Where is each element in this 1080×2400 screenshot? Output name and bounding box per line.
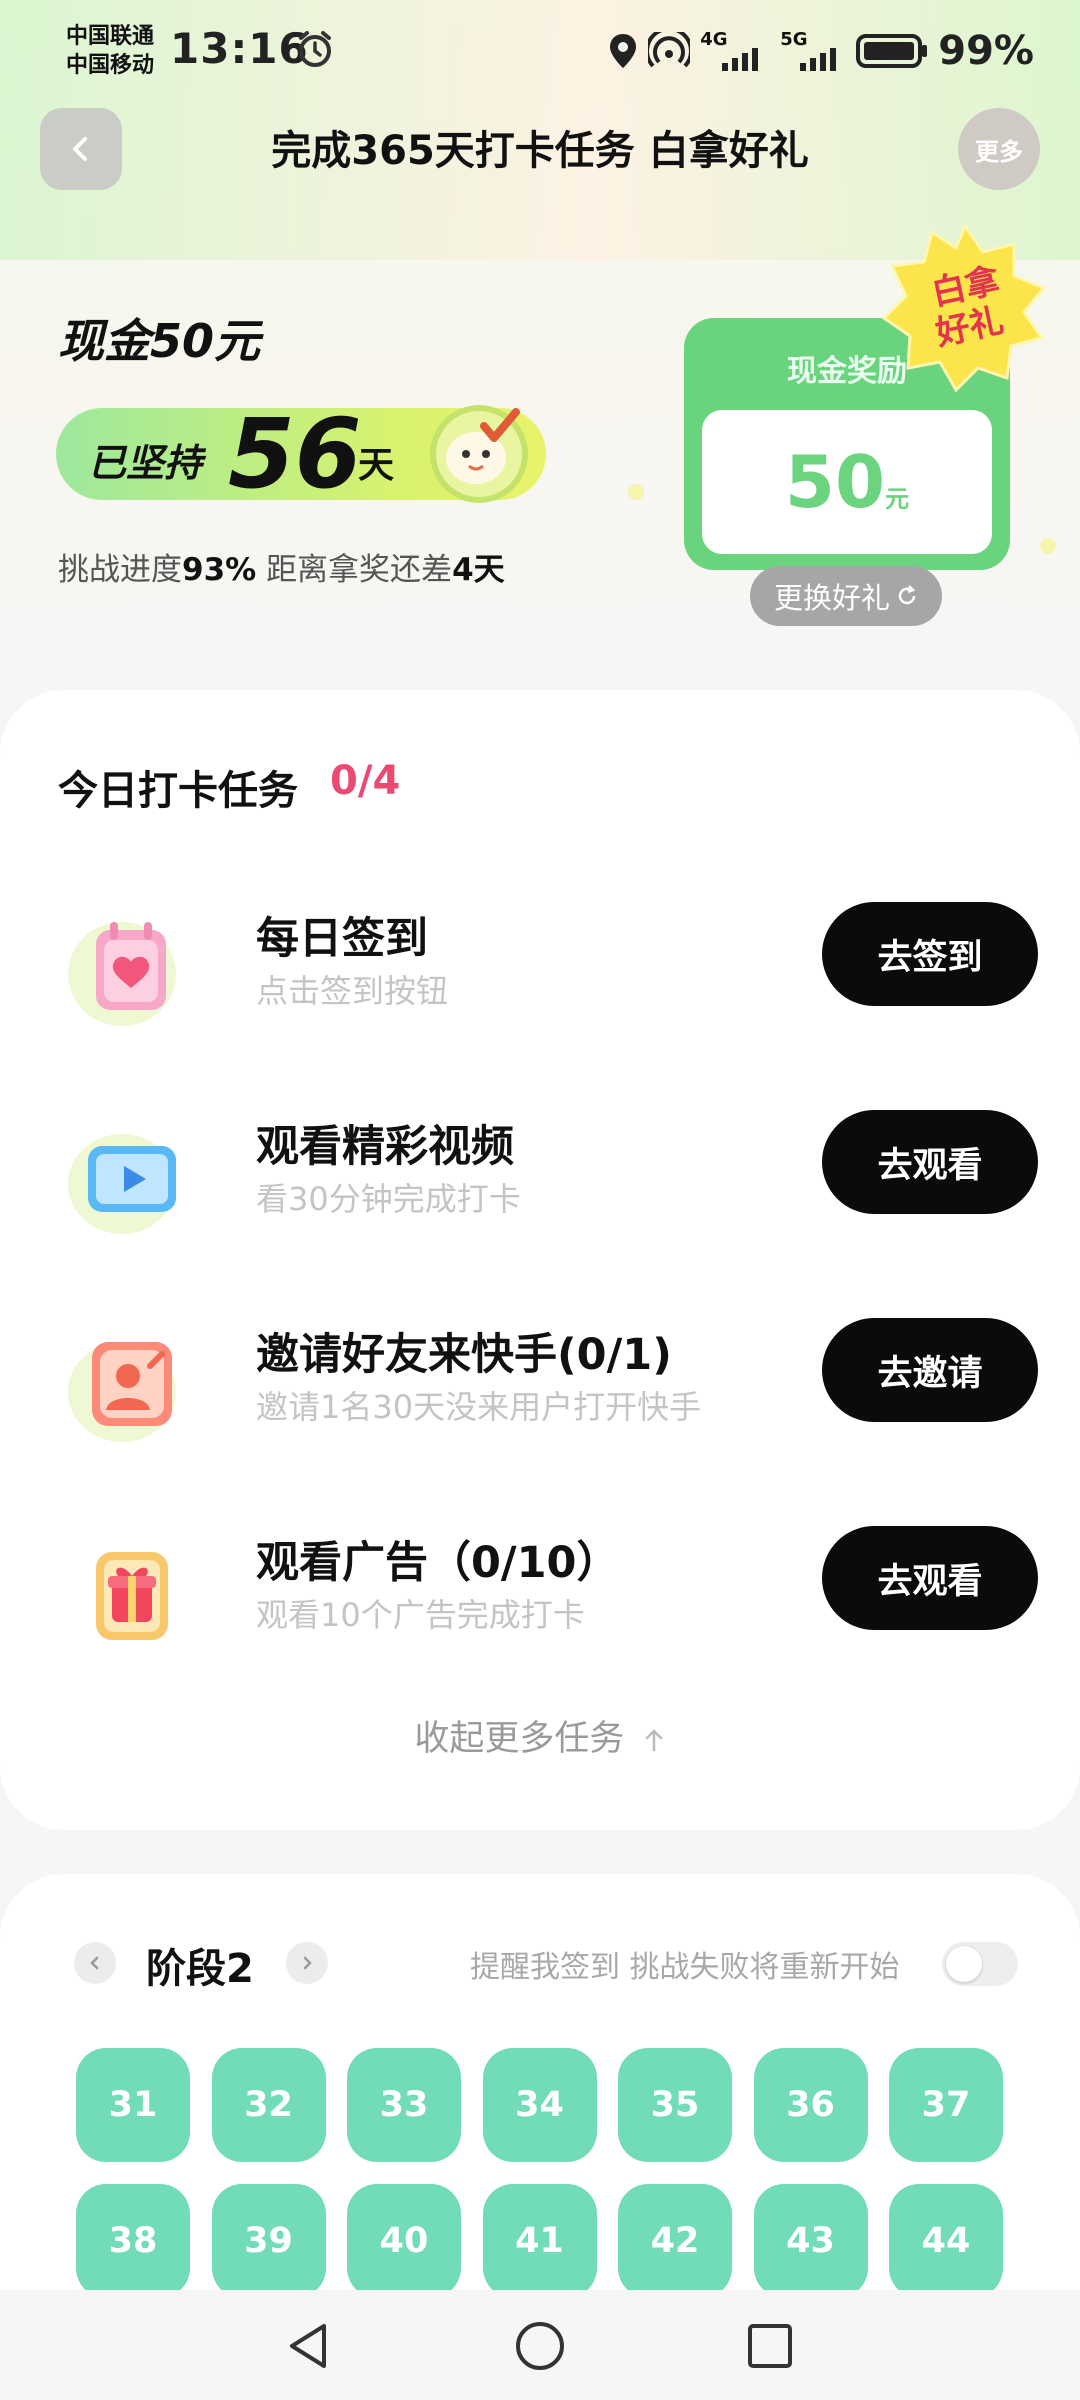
reward-unit: 元 bbox=[885, 485, 910, 513]
day-cell[interactable]: 39 bbox=[211, 2184, 326, 2298]
page-title: 完成365天打卡任务 白拿好礼 bbox=[271, 128, 809, 174]
sparkle-dot bbox=[628, 484, 644, 500]
alarm-icon bbox=[299, 31, 331, 67]
remind-text: 提醒我签到 挑战失败将重新开始 bbox=[470, 1950, 900, 1985]
reward-amount-box: 50元 bbox=[702, 410, 992, 554]
stage-title: 阶段2 bbox=[146, 1946, 254, 1992]
change-gift-label: 更换好礼 bbox=[773, 581, 890, 615]
day-cell[interactable]: 44 bbox=[889, 2184, 1003, 2298]
task-desc: 邀请1名30天没来用户打开快手 bbox=[256, 1388, 702, 1426]
persist-unit: 天 bbox=[358, 445, 395, 486]
watch-ads-button[interactable]: 去观看 bbox=[822, 1526, 1038, 1630]
arrow-up-icon bbox=[645, 1729, 662, 1752]
battery-icon bbox=[856, 34, 928, 68]
day-cell[interactable]: 38 bbox=[76, 2184, 190, 2298]
watch-video-button[interactable]: 去观看 bbox=[822, 1110, 1038, 1214]
toggle-knob bbox=[946, 1946, 982, 1982]
task-row-daily-checkin: 每日签到 点击签到按钮 去签到 bbox=[0, 894, 1080, 1034]
reward-amount: 50 bbox=[784, 440, 886, 524]
invite-button[interactable]: 去邀请 bbox=[822, 1318, 1038, 1422]
carrier-labels: 中国联通 中国移动 bbox=[66, 22, 154, 80]
nav-back-icon[interactable] bbox=[280, 2318, 336, 2374]
more-button[interactable]: 更多 bbox=[958, 108, 1040, 190]
location-icon bbox=[610, 34, 637, 68]
calendar-heart-icon bbox=[68, 922, 176, 1026]
next-stage-button[interactable] bbox=[286, 1942, 328, 1984]
day-cell[interactable]: 41 bbox=[482, 2184, 597, 2298]
task-desc: 看30分钟完成打卡 bbox=[256, 1180, 521, 1218]
persist-days: 56 bbox=[228, 398, 362, 510]
progress-label: 挑战进度 bbox=[58, 552, 182, 588]
battery-percent: 99% bbox=[938, 28, 1034, 74]
sparkle-dot bbox=[1040, 538, 1056, 554]
task-title: 邀请好友来快手(0/1) bbox=[256, 1330, 672, 1380]
task-desc: 点击签到按钮 bbox=[256, 972, 449, 1010]
task-row-watch-ads: 观看广告（0/10） 观看10个广告完成打卡 去观看 bbox=[0, 1518, 1080, 1658]
day-cell[interactable]: 32 bbox=[211, 2048, 326, 2162]
day-cell[interactable]: 35 bbox=[618, 2048, 732, 2162]
checkin-button[interactable]: 去签到 bbox=[822, 902, 1038, 1006]
day-cell[interactable]: 43 bbox=[753, 2184, 868, 2298]
signal-5g: 5G bbox=[780, 29, 846, 71]
signal-4g: 4G bbox=[700, 29, 770, 71]
hotspot-icon bbox=[648, 32, 691, 68]
distance-value: 4天 bbox=[452, 552, 505, 588]
signal-bars-icon bbox=[800, 48, 837, 71]
nav-home-icon[interactable] bbox=[512, 2318, 568, 2374]
chevron-left-icon bbox=[90, 1956, 99, 1970]
cash-title: 现金50元 bbox=[58, 314, 261, 368]
system-nav-bar bbox=[0, 2290, 1080, 2400]
status-bar: 中国联通 中国移动 13:16 4G 5G 99% bbox=[0, 0, 1080, 100]
signal-bars-icon bbox=[722, 48, 759, 71]
collapse-tasks-link[interactable]: 收起更多任务 bbox=[0, 1710, 1080, 1761]
persist-label: 已坚持 bbox=[88, 441, 203, 485]
collapse-label: 收起更多任务 bbox=[414, 1719, 625, 1759]
distance-label: 距离拿奖还差 bbox=[266, 552, 453, 588]
progress-value: 93% bbox=[182, 552, 257, 588]
prev-stage-button[interactable] bbox=[74, 1942, 116, 1984]
nav-recents-icon[interactable] bbox=[742, 2318, 798, 2374]
day-cell[interactable]: 40 bbox=[347, 2184, 461, 2298]
persist-pill: 已坚持 56 天 bbox=[56, 398, 546, 510]
day-cell[interactable]: 31 bbox=[76, 2048, 190, 2162]
day-cell[interactable]: 33 bbox=[347, 2048, 461, 2162]
task-title: 观看精彩视频 bbox=[256, 1122, 514, 1172]
day-cell[interactable]: 36 bbox=[753, 2048, 868, 2162]
day-cell[interactable]: 34 bbox=[482, 2048, 597, 2162]
mascot-icon bbox=[430, 405, 528, 503]
chevron-right-icon bbox=[303, 1956, 312, 1970]
day-cell[interactable]: 42 bbox=[618, 2184, 732, 2298]
refresh-icon bbox=[898, 585, 916, 605]
status-right: 4G 5G 99% bbox=[608, 28, 1034, 74]
task-title: 每日签到 bbox=[256, 914, 428, 964]
challenge-progress: 挑战进度93% 距离拿奖还差4天 bbox=[58, 544, 505, 589]
task-row-invite-friend: 邀请好友来快手(0/1) 邀请1名30天没来用户打开快手 去邀请 bbox=[0, 1310, 1080, 1450]
tasks-count: 0/4 bbox=[330, 758, 401, 804]
carrier-2: 中国移动 bbox=[66, 53, 155, 78]
video-play-icon bbox=[68, 1134, 176, 1234]
carrier-1: 中国联通 bbox=[66, 24, 155, 49]
stage-card: 阶段2 提醒我签到 挑战失败将重新开始 31 32 33 34 35 36 37 38 39 40… bbox=[0, 1874, 1080, 2298]
task-desc: 观看10个广告完成打卡 bbox=[256, 1596, 585, 1634]
tasks-card: 今日打卡任务 0/4 每日签到 点击签到按钮 去签到 观看精彩视频 看30分钟完… bbox=[0, 690, 1080, 1830]
day-cell[interactable]: 37 bbox=[889, 2048, 1003, 2162]
invite-friend-icon bbox=[68, 1342, 176, 1442]
change-gift-button[interactable]: 更换好礼 bbox=[750, 566, 942, 626]
remind-toggle[interactable] bbox=[942, 1942, 1018, 1986]
gift-badge: 白拿 好礼 bbox=[881, 222, 1047, 392]
tasks-heading: 今日打卡任务 bbox=[58, 768, 298, 814]
task-row-watch-video: 观看精彩视频 看30分钟完成打卡 去观看 bbox=[0, 1102, 1080, 1242]
task-title: 观看广告（0/10） bbox=[256, 1538, 620, 1588]
status-time: 13:16 bbox=[170, 24, 309, 73]
gift-box-icon bbox=[96, 1552, 168, 1640]
